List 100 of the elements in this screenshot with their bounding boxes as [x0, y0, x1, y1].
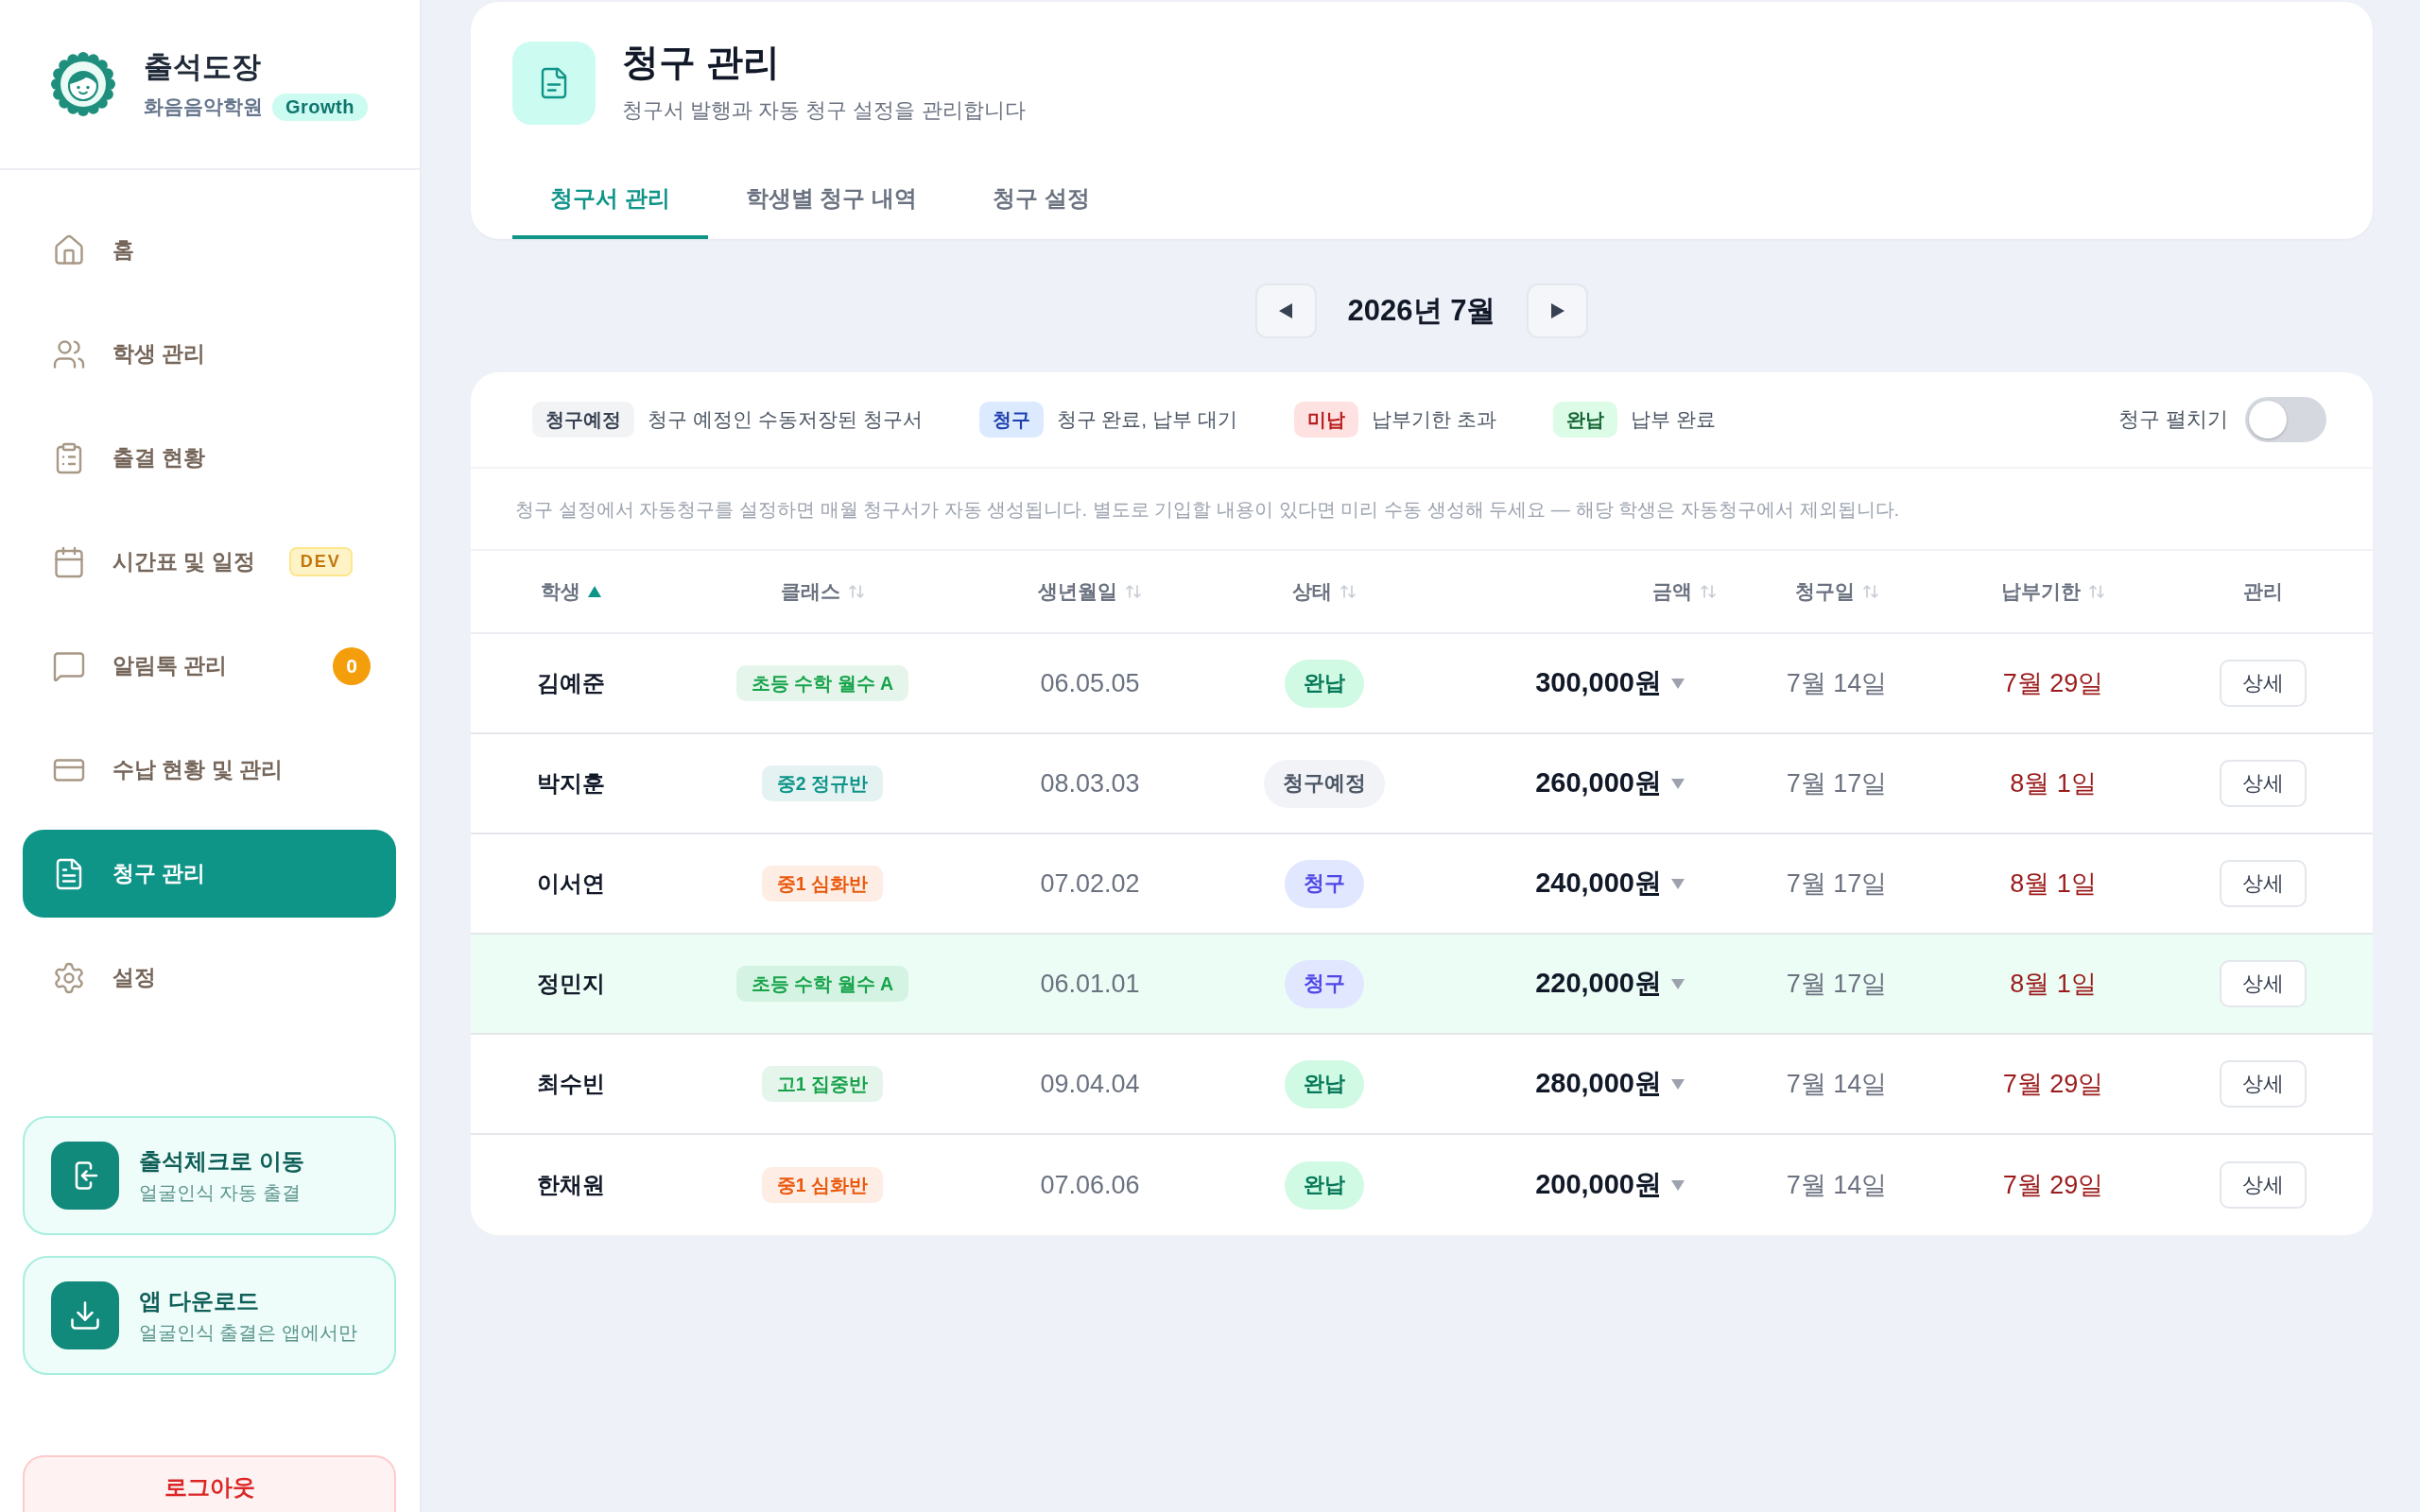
birthdate-text: 07.02.02	[1040, 868, 1140, 899]
page-title: 청구 관리	[622, 42, 781, 83]
caret-down-icon[interactable]	[1671, 678, 1685, 689]
detail-button[interactable]: 상세	[2220, 760, 2307, 807]
student-name: 한채원	[537, 1171, 605, 1199]
nav-item[interactable]: 알림톡 관리 0	[23, 622, 396, 710]
count-badge: 0	[333, 646, 371, 685]
billing-date-text: 7월 17일	[1786, 768, 1888, 799]
tab[interactable]: 학생별 청구 내역	[707, 162, 955, 239]
legend-text: 청구 예정인 수동저장된 청구서	[648, 407, 923, 432]
page-subtitle: 청구서 발행과 자동 청구 설정을 관리합니다	[622, 97, 1026, 124]
caret-down-icon[interactable]	[1671, 1179, 1685, 1191]
due-date-text: 8월 1일	[2010, 868, 2097, 900]
academy-name: 화음음악학원	[144, 94, 263, 119]
billing-date-text: 7월 14일	[1786, 1170, 1888, 1201]
column-header[interactable]: 상태	[1292, 578, 1357, 605]
detail-button[interactable]: 상세	[2220, 1161, 2307, 1209]
nav-item[interactable]: 홈	[23, 206, 396, 294]
caret-down-icon[interactable]	[1671, 778, 1685, 789]
legend-text: 청구 완료, 납부 대기	[1056, 407, 1237, 432]
amount-text: 200,000원	[1535, 1168, 1662, 1201]
student-name: 이서연	[537, 869, 605, 898]
due-date-text: 8월 1일	[2010, 768, 2097, 799]
student-name: 최수빈	[537, 1070, 605, 1098]
status-chip: 완납	[1552, 402, 1617, 438]
class-tag: 중2 정규반	[761, 765, 884, 801]
nav-tag: DEV	[288, 547, 353, 576]
status-badge: 청구	[1285, 959, 1364, 1008]
caret-left-icon	[1279, 303, 1293, 318]
tab[interactable]: 청구 설정	[955, 162, 1128, 239]
column-header[interactable]: 학생	[541, 578, 601, 605]
due-date-text: 7월 29일	[2002, 1170, 2104, 1201]
column-header[interactable]: 금액	[1652, 578, 1717, 605]
birthdate-text: 08.03.03	[1040, 768, 1140, 799]
home-icon	[52, 232, 86, 267]
next-month-button[interactable]	[1527, 284, 1589, 338]
birthdate-text: 09.04.04	[1040, 1069, 1140, 1099]
previous-month-button[interactable]	[1254, 284, 1317, 338]
detail-button[interactable]: 상세	[2220, 660, 2307, 707]
plan-badge: Growth	[272, 93, 368, 121]
billing-date-text: 7월 14일	[1786, 1069, 1888, 1100]
column-header[interactable]: 납부기한	[2001, 578, 2105, 605]
smiley-logo-icon	[51, 52, 115, 116]
status-chip: 미납	[1293, 402, 1358, 438]
logout-button[interactable]: 로그아웃	[23, 1455, 396, 1512]
due-date-text: 7월 29일	[2002, 668, 2104, 699]
amount-text: 240,000원	[1535, 867, 1662, 900]
class-tag: 초등 수학 월수 A	[735, 966, 909, 1002]
toggle-label: 청구 펼치기	[2118, 406, 2228, 433]
student-name: 박지훈	[537, 769, 605, 798]
status-chip: 청구예정	[532, 402, 634, 438]
amount-text: 260,000원	[1535, 766, 1662, 799]
status-badge: 청구	[1285, 859, 1364, 908]
caret-down-icon[interactable]	[1671, 1078, 1685, 1090]
amount-text: 300,000원	[1535, 666, 1662, 699]
student-name: 김예준	[537, 669, 605, 697]
class-tag: 중1 심화반	[761, 866, 884, 902]
status-chip: 청구	[978, 402, 1044, 438]
nav-item[interactable]: 설정	[23, 934, 396, 1022]
due-date-text: 7월 29일	[2002, 1069, 2104, 1100]
nav-item[interactable]: 학생 관리	[23, 310, 396, 398]
info-note: 청구 설정에서 자동청구를 설정하면 매월 청구서가 자동 생성됩니다. 별도로 기입할 내용이 있다면 미리 수동 생성해 두세요 — 해당 학생은 자동청구에서 제외됩니다.	[515, 497, 1900, 522]
billing-date-text: 7월 17일	[1786, 868, 1888, 900]
caret-down-icon[interactable]	[1671, 978, 1685, 989]
download-icon	[51, 1281, 119, 1349]
column-header: 관리	[2243, 579, 2283, 604]
nav-item[interactable]: 청구 관리	[23, 830, 396, 918]
detail-button[interactable]: 상세	[2220, 860, 2307, 907]
shortcut-button[interactable]: 출석체크로 이동 얼굴인식 자동 출결	[23, 1116, 396, 1235]
nav-item[interactable]: 시간표 및 일정 DEV	[23, 518, 396, 606]
caret-down-icon[interactable]	[1671, 878, 1685, 889]
tab[interactable]: 청구서 관리	[512, 162, 708, 239]
status-badge: 완납	[1285, 1059, 1364, 1108]
billing-date-text: 7월 17일	[1786, 969, 1888, 1000]
column-header[interactable]: 생년월일	[1038, 578, 1142, 605]
status-badge: 완납	[1285, 1160, 1364, 1210]
column-header[interactable]: 청구일	[1794, 578, 1879, 605]
status-badge: 완납	[1285, 659, 1364, 708]
toggle-switch[interactable]	[2245, 397, 2326, 442]
settings-icon	[52, 960, 86, 995]
month-label: 2026년 7월	[1347, 293, 1496, 329]
legend-text: 납부 완료	[1630, 407, 1716, 432]
detail-button[interactable]: 상세	[2220, 1060, 2307, 1108]
table-row[interactable]: 정민지 초등 수학 월수 A 06.01.01 청구 220,000원 7월 17일 8월 1일 상세	[471, 935, 2373, 1035]
calendar-icon	[52, 544, 86, 579]
shortcut-button[interactable]: 앱 다운로드 얼굴인식 출결은 앱에서만	[23, 1256, 396, 1375]
legend-text: 납부기한 초과	[1371, 407, 1496, 432]
arrow-into-box-icon	[51, 1142, 119, 1210]
status-badge: 청구예정	[1264, 759, 1385, 808]
billing-date-text: 7월 14일	[1786, 668, 1888, 699]
amount-text: 280,000원	[1535, 1067, 1662, 1100]
column-header[interactable]: 클래스	[780, 578, 865, 605]
birthdate-text: 06.05.05	[1040, 668, 1140, 698]
detail-button[interactable]: 상세	[2220, 960, 2307, 1007]
class-tag: 중1 심화반	[761, 1167, 884, 1203]
due-date-text: 8월 1일	[2010, 969, 2097, 1000]
class-tag: 초등 수학 월수 A	[735, 665, 909, 701]
class-tag: 고1 집중반	[761, 1066, 884, 1102]
nav-item[interactable]: 수납 현황 및 관리	[23, 726, 396, 814]
nav-item[interactable]: 출결 현황	[23, 414, 396, 502]
